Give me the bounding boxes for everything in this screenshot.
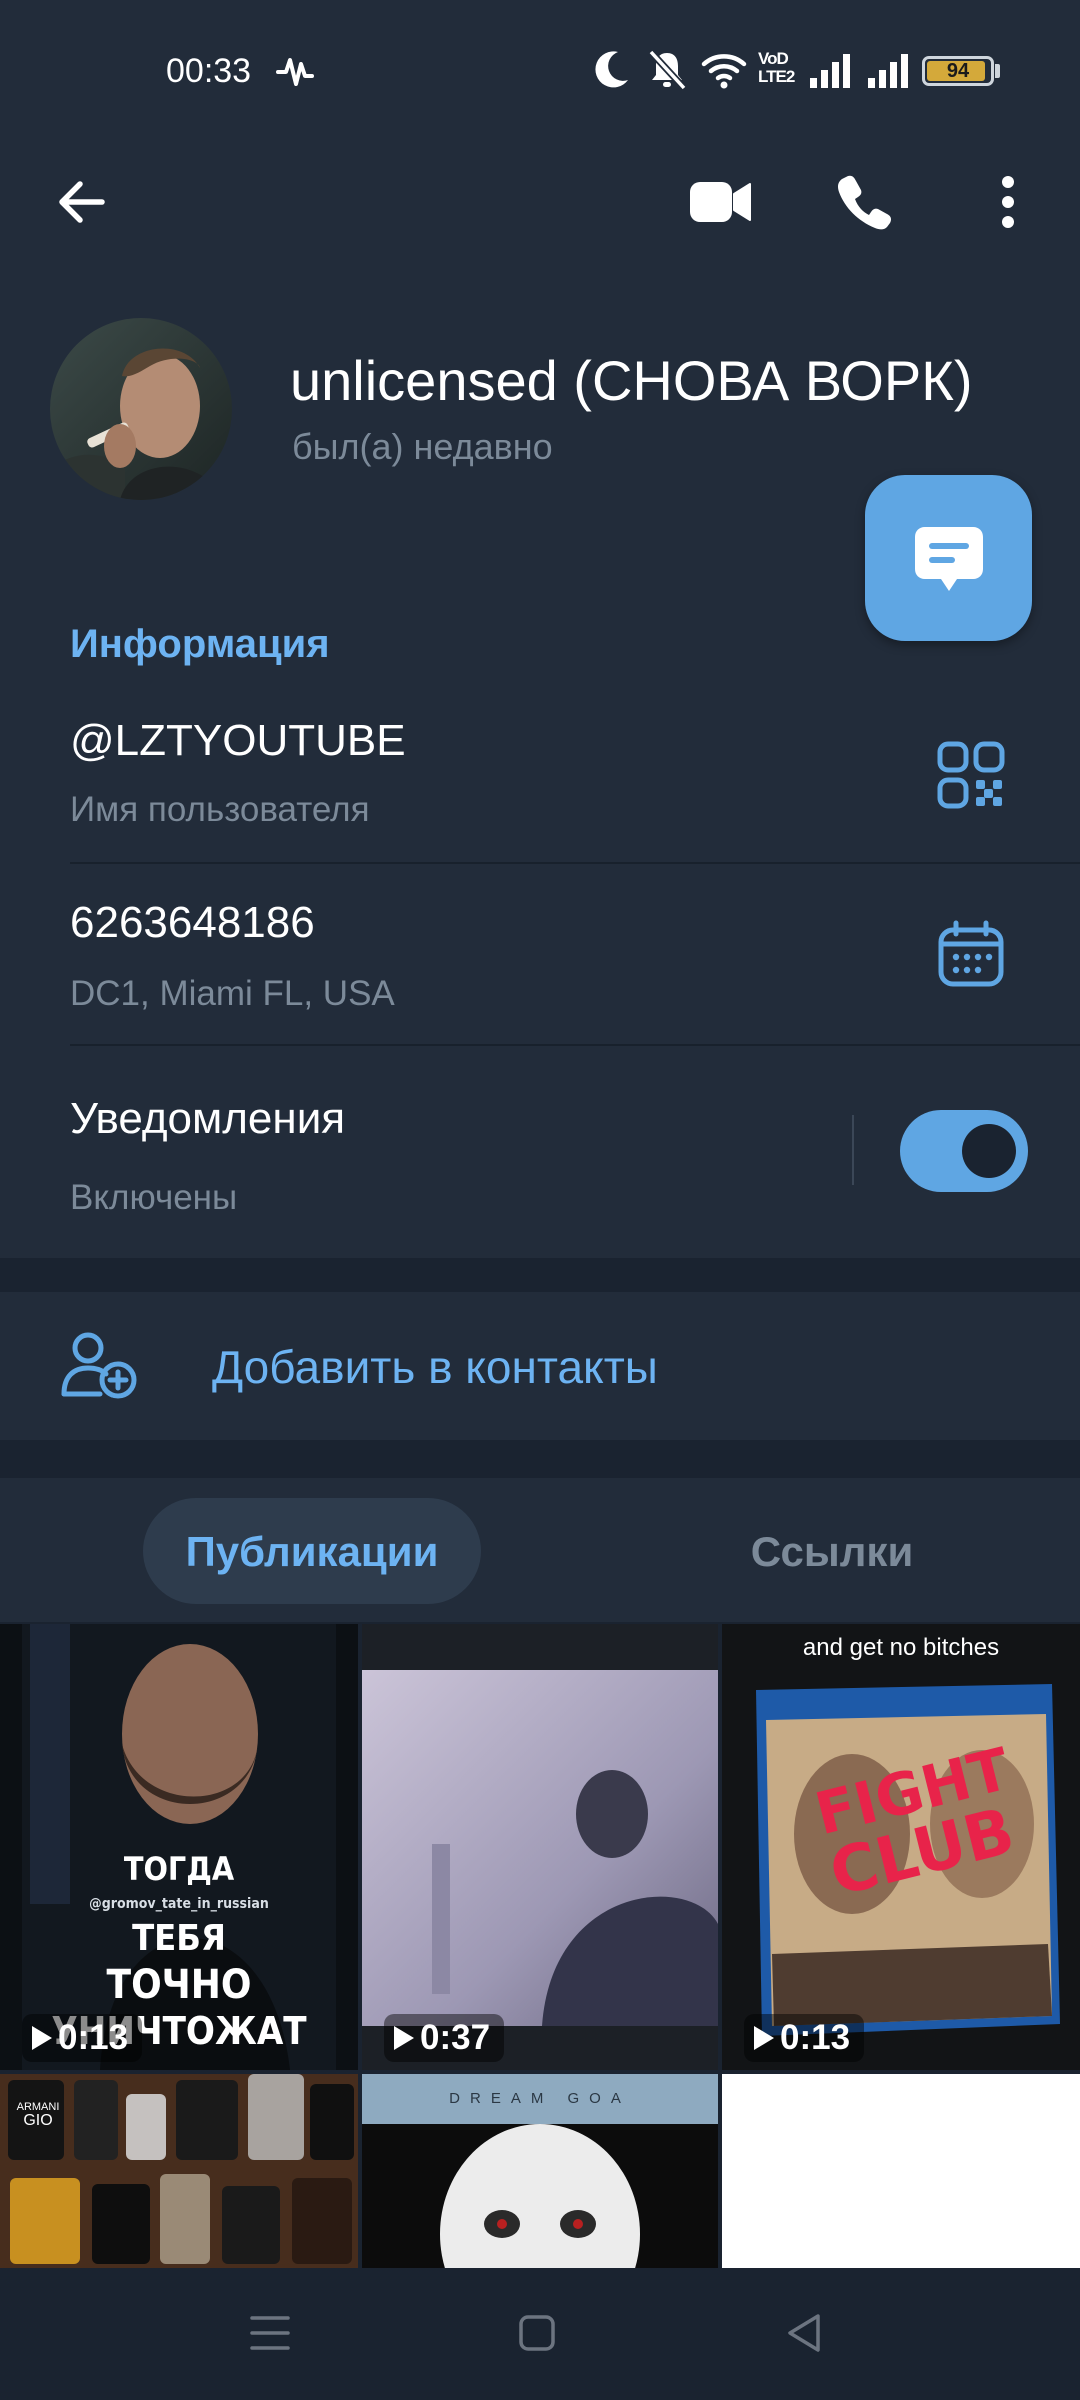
username-label: Имя пользователя — [70, 790, 370, 829]
user-id-value: 6263648186 — [70, 898, 315, 947]
signal-icon — [810, 54, 850, 88]
user-id-row[interactable] — [0, 864, 1080, 1044]
notifications-label: Уведомления — [70, 1094, 346, 1143]
video-duration: 0:13 — [22, 2014, 143, 2062]
video-duration: 0:37 — [384, 2014, 505, 2062]
calendar-icon[interactable] — [936, 920, 1006, 990]
menu-icon[interactable] — [250, 2314, 290, 2352]
media-item[interactable]: DREAM GOA — [362, 2074, 718, 2268]
notifications-row[interactable] — [0, 1046, 850, 1258]
notifications-toggle[interactable] — [900, 1110, 1028, 1192]
battery-nub — [995, 64, 1000, 78]
profile-status: был(а) недавно — [292, 426, 553, 467]
video-duration: 0:13 — [744, 2014, 865, 2062]
wifi-icon — [701, 54, 747, 89]
battery-icon: 94 — [922, 56, 994, 86]
media-item[interactable]: and get no bitches FIGHT CLUB 0:13 — [722, 1624, 1080, 2070]
info-section-header: Информация — [70, 622, 330, 666]
tab-links-label: Ссылки — [750, 1528, 914, 1575]
more-vert-icon[interactable] — [990, 172, 1026, 232]
media-item[interactable]: ТОГДА @gromov_tate_in_russian ТЕБЯ ТОЧНО… — [0, 1624, 358, 2070]
media-item[interactable]: ARMANI GIO — [0, 2074, 358, 2268]
back-arrow-icon[interactable] — [52, 172, 112, 232]
media-item[interactable]: 0:37 — [362, 1624, 718, 2070]
signal-icon-2 — [868, 54, 908, 88]
tab-publications-label: Публикации — [185, 1528, 439, 1575]
username-value: @LZTYOUTUBE — [70, 716, 406, 765]
moon-icon — [595, 51, 628, 88]
pulse-icon — [276, 58, 314, 86]
status-bar — [0, 0, 1080, 140]
dc-location: DC1, Miami FL, USA — [70, 974, 395, 1013]
bell-off-icon — [648, 49, 687, 91]
battery-level: 94 — [946, 60, 970, 82]
media-overlay-text: ТОЧНО — [106, 1962, 252, 2008]
media-watermark: @gromov_tate_in_russian — [89, 1896, 269, 1912]
status-time: 00:33 — [166, 52, 252, 90]
network-type-label: VoD LTE2 — [758, 49, 795, 86]
toggle-knob — [962, 1124, 1016, 1178]
phone-icon[interactable] — [834, 172, 894, 232]
add-user-icon — [61, 1332, 137, 1399]
back-triangle-icon[interactable] — [784, 2312, 824, 2354]
notifications-state: Включены — [70, 1178, 238, 1217]
profile-name: unlicensed (СНОВА ВОРК) — [290, 349, 973, 412]
divider-vertical — [852, 1115, 854, 1185]
message-icon — [915, 527, 983, 591]
message-button[interactable] — [865, 475, 1032, 641]
home-square-icon[interactable] — [518, 2314, 556, 2352]
avatar[interactable] — [50, 318, 232, 500]
media-caption: and get no bitches — [802, 1634, 1000, 1661]
media-overlay-text: ТЕБЯ — [132, 1918, 226, 1959]
media-item[interactable] — [722, 2074, 1080, 2268]
media-caption: DREAM GOA — [449, 2090, 631, 2107]
qr-code-icon[interactable] — [936, 740, 1006, 810]
add-contact-label: Добавить в контакты — [212, 1341, 658, 1393]
media-overlay-text: ТОГДА — [123, 1850, 235, 1888]
video-call-icon[interactable] — [688, 172, 754, 232]
bottle-label: ARMANI GIO — [16, 2101, 60, 2129]
